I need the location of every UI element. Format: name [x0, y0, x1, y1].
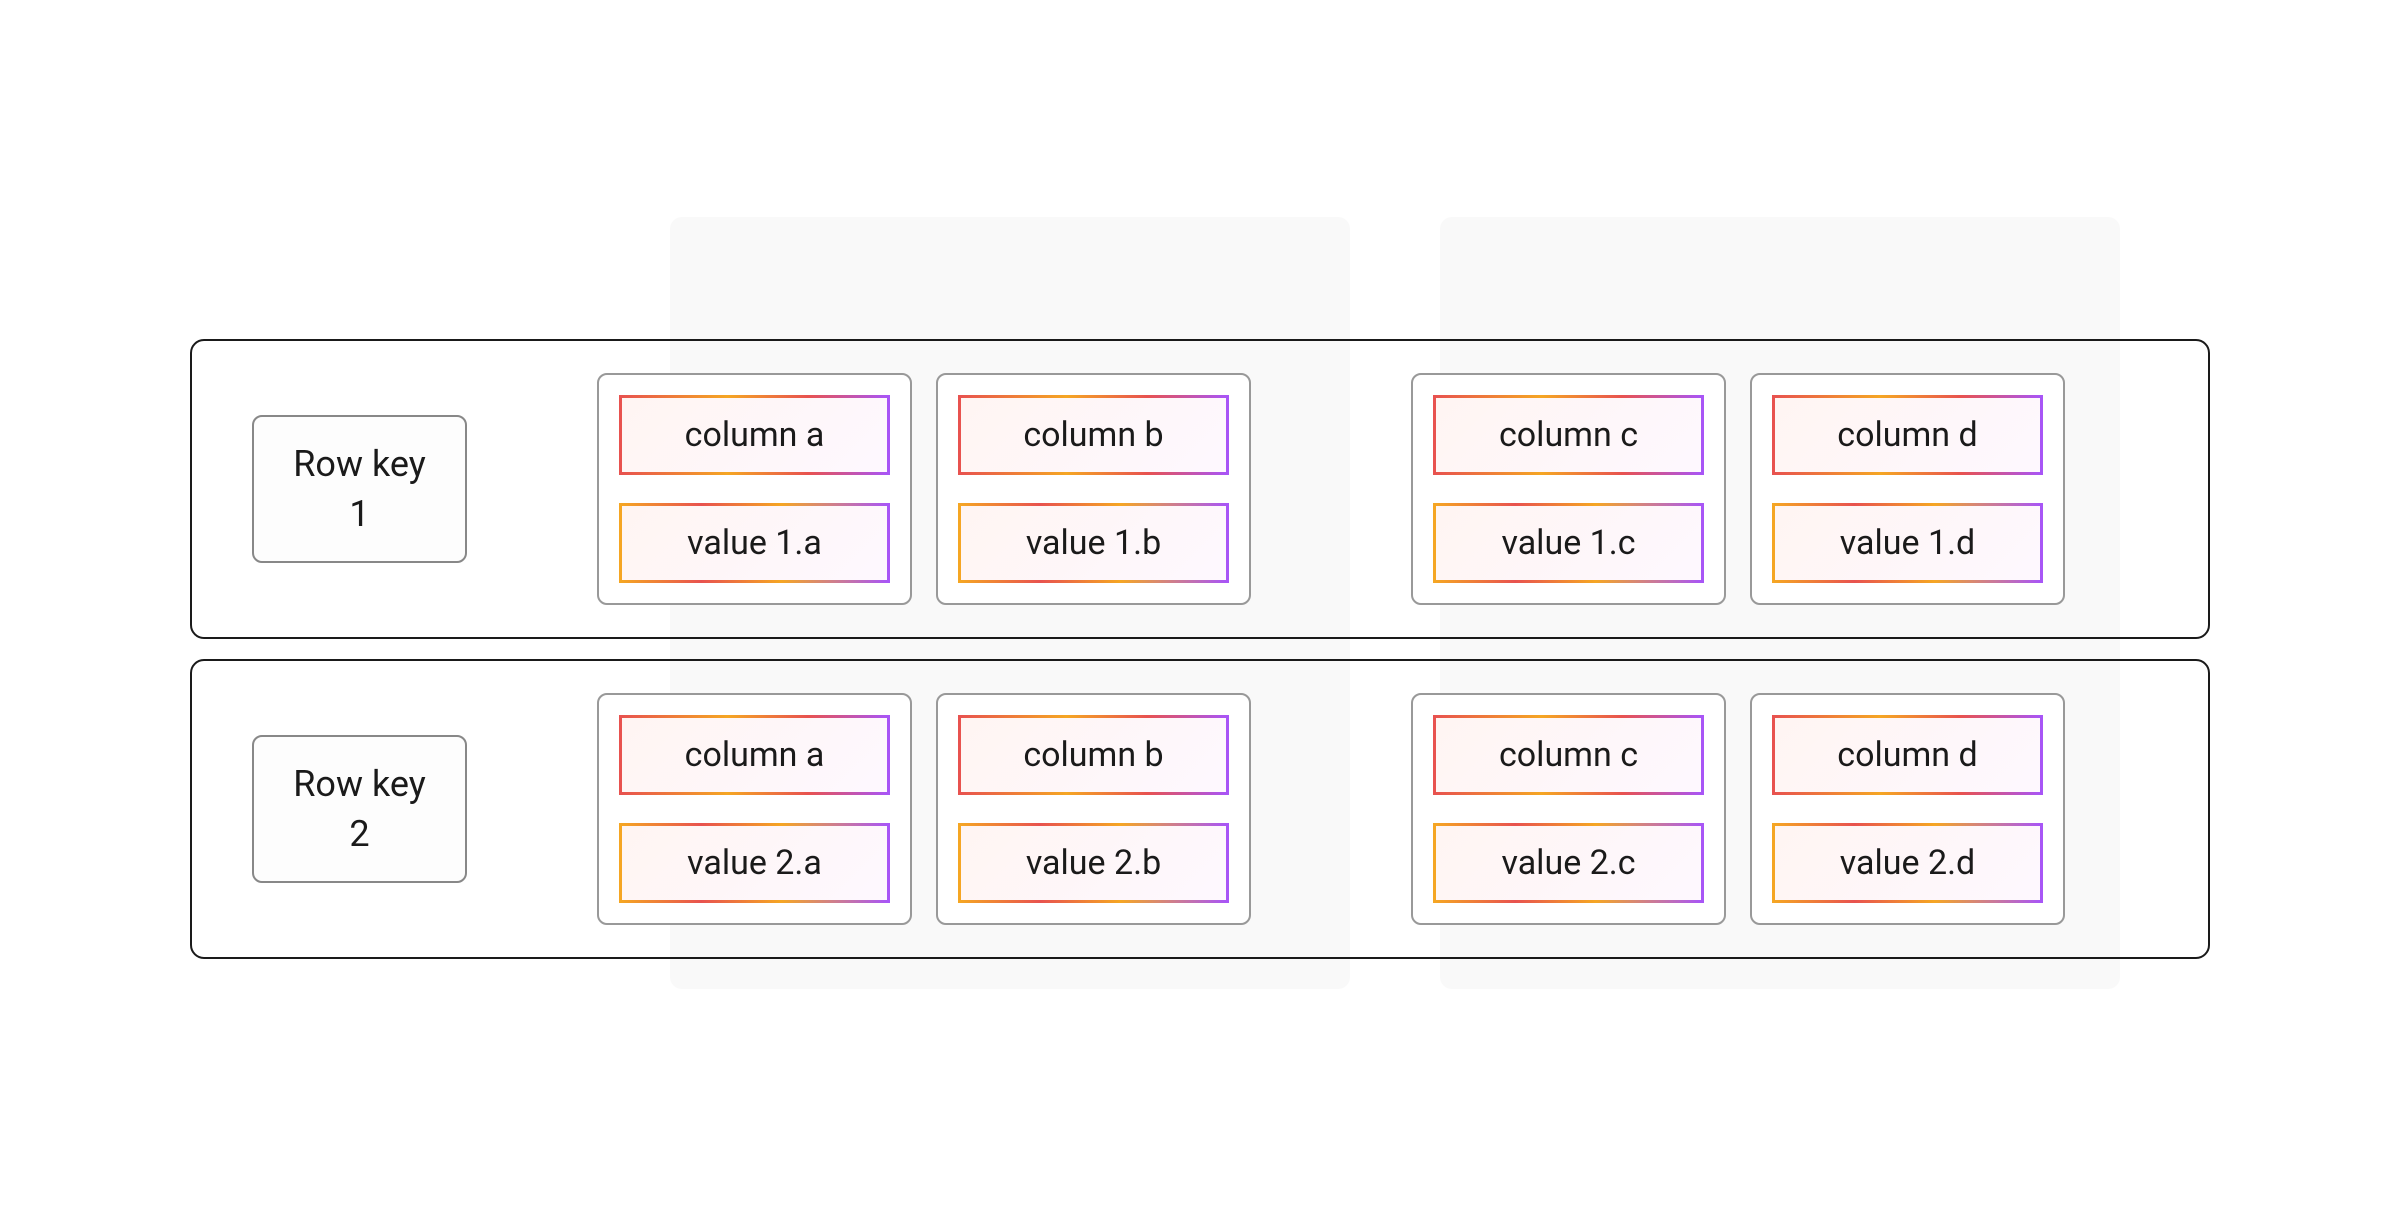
cell-value: value 2.a	[619, 823, 890, 903]
column-name: column b	[958, 715, 1229, 795]
cell: column d value 2.d	[1750, 693, 2065, 925]
cell: column c value 2.c	[1411, 693, 1726, 925]
cell-value: value 1.d	[1772, 503, 2043, 583]
family-b-cells: column c value 2.c column d value 2.d	[1411, 693, 2065, 925]
column-name: column a	[619, 715, 890, 795]
column-name: column d	[1772, 715, 2043, 795]
row-key-label: Row key	[284, 759, 435, 809]
column-name: column b	[958, 395, 1229, 475]
family-b-cells: column c value 1.c column d value 1.d	[1411, 373, 2065, 605]
column-family-diagram: Column Family A Column Family B Row key …	[190, 247, 2210, 959]
column-name: column c	[1433, 395, 1704, 475]
cell: column c value 1.c	[1411, 373, 1726, 605]
column-name: column a	[619, 395, 890, 475]
row-key-number: 2	[284, 809, 435, 859]
cell: column b value 1.b	[936, 373, 1251, 605]
cell: column a value 1.a	[597, 373, 912, 605]
cell: column d value 1.d	[1750, 373, 2065, 605]
data-row: Row key 1 column a value 1.a column b va…	[190, 339, 2210, 639]
column-name: column c	[1433, 715, 1704, 795]
row-key-number: 1	[284, 489, 435, 539]
row-key-label: Row key	[284, 439, 435, 489]
family-a-cells: column a value 2.a column b value 2.b	[597, 693, 1251, 925]
cell: column a value 2.a	[597, 693, 912, 925]
cell-value: value 1.a	[619, 503, 890, 583]
family-a-cells: column a value 1.a column b value 1.b	[597, 373, 1251, 605]
row-key: Row key 1	[252, 415, 467, 564]
cell-value: value 2.d	[1772, 823, 2043, 903]
data-row: Row key 2 column a value 2.a column b va…	[190, 659, 2210, 959]
cell-value: value 2.c	[1433, 823, 1704, 903]
row-key: Row key 2	[252, 735, 467, 884]
rows-container: Row key 1 column a value 1.a column b va…	[190, 339, 2210, 959]
column-name: column d	[1772, 395, 2043, 475]
cell-value: value 2.b	[958, 823, 1229, 903]
cell: column b value 2.b	[936, 693, 1251, 925]
cell-value: value 1.c	[1433, 503, 1704, 583]
cell-value: value 1.b	[958, 503, 1229, 583]
